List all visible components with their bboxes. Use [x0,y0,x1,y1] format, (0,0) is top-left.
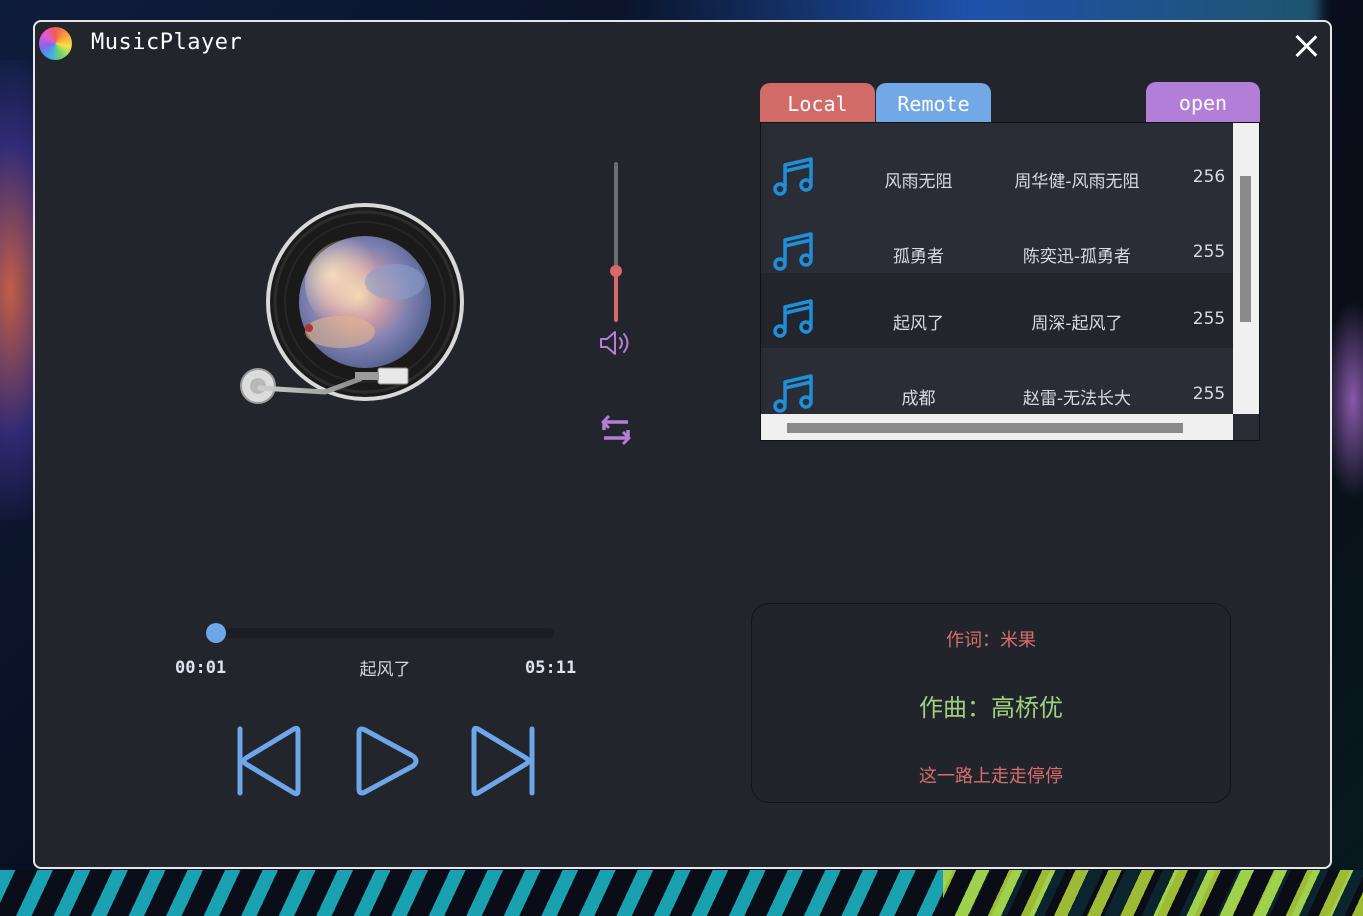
close-button[interactable] [1292,32,1320,60]
song-number: 255 [1192,384,1226,404]
app-title: MusicPlayer [91,30,243,55]
playlist-rows: 风雨无阻 周华健-风雨无阻 256 孤勇者 陈奕迅-孤勇者 255 起风了 周深… [761,123,1234,415]
song-title: 风雨无阻 [884,172,953,192]
song-artist: 陈奕迅-孤勇者 [1022,247,1132,267]
wallpaper-stripes [943,870,1363,916]
horizontal-scrollbar[interactable] [761,414,1234,440]
tab-remote[interactable]: Remote [876,83,991,123]
vertical-scrollbar-thumb[interactable] [1240,176,1251,322]
progress-slider[interactable] [205,623,554,643]
song-artist: 周华健-风雨无阻 [1014,172,1140,192]
scroll-corner [1233,414,1259,440]
music-note-icon [773,299,813,338]
lyric-current-line: 作曲：高桥优 [919,694,1063,722]
song-number: 256 [1192,167,1226,187]
music-player-window: MusicPlayer Local Remote open 风雨无阻 周华健-风… [33,20,1332,869]
music-note-icon [773,232,813,271]
progress-track [205,628,554,638]
music-note-icon [773,157,813,196]
previous-button[interactable] [234,725,304,797]
volume-slider[interactable] [610,162,622,322]
repeat-icon[interactable] [598,412,634,448]
vertical-scrollbar[interactable] [1233,123,1259,415]
open-button[interactable]: open [1146,82,1260,122]
song-number: 255 [1192,242,1226,262]
list-item[interactable]: 成都 赵雷-无法长大 255 [761,348,1234,415]
volume-fill [614,271,618,322]
next-button[interactable] [468,725,538,797]
list-item[interactable]: 风雨无阻 周华健-风雨无阻 256 [761,131,1234,206]
play-button[interactable] [353,725,423,797]
song-title: 孤勇者 [893,247,944,267]
total-time: 05:11 [525,658,577,678]
turntable-record-icon [240,203,464,404]
lyrics-panel: 作词：米果 作曲：高桥优 这一路上走走停停 [751,603,1231,803]
speaker-icon[interactable] [599,328,633,358]
music-note-icon [773,374,813,413]
list-item[interactable]: 孤勇者 陈奕迅-孤勇者 255 [761,206,1234,281]
lyric-line: 这一路上走走停停 [919,766,1063,787]
horizontal-scrollbar-thumb[interactable] [787,423,1183,433]
lyric-line: 作词：米果 [946,630,1036,651]
tab-local[interactable]: Local [760,83,875,123]
song-title: 起风了 [893,314,944,334]
current-time: 00:01 [175,658,227,678]
app-logo-icon [39,27,72,60]
volume-handle[interactable] [610,265,622,277]
song-artist: 周深-起风了 [1031,314,1123,334]
now-playing-title: 起风了 [359,660,411,680]
song-number: 255 [1192,309,1226,329]
list-item[interactable]: 起风了 周深-起风了 255 [761,273,1234,348]
song-title: 成都 [901,389,936,409]
playlist: 风雨无阻 周华健-风雨无阻 256 孤勇者 陈奕迅-孤勇者 255 起风了 周深… [760,122,1260,441]
progress-handle[interactable] [205,623,226,643]
song-artist: 赵雷-无法长大 [1022,389,1132,409]
